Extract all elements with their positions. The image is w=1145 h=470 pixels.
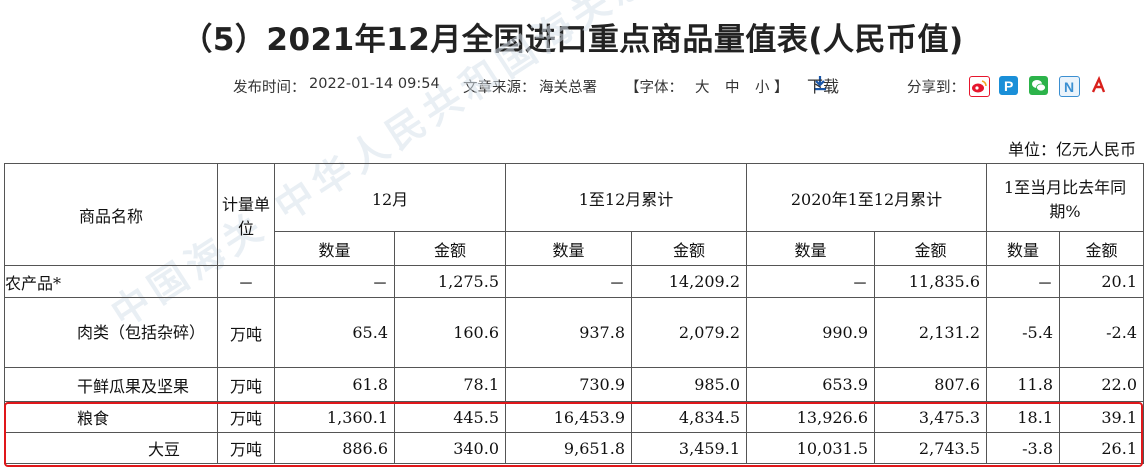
yoy-amt: -2.4 (1059, 297, 1144, 368)
prev-qty: 13,926.6 (746, 401, 875, 433)
ytd-qty: 9,651.8 (505, 432, 632, 464)
header-row-1: 商品名称 计量单位 12月 1至12月累计 2020年1至12月累计 1至当月比… (4, 163, 1144, 266)
dec-qty: 1,360.1 (274, 401, 395, 433)
ytd-qty: 730.9 (505, 367, 632, 402)
row-unit: 万吨 (217, 297, 275, 368)
row-name-text: 肉类（包括杂碎） (77, 322, 206, 342)
yoy-qty: － (986, 265, 1060, 298)
prev-amt: 807.6 (874, 367, 987, 402)
header-ytd-amt: 金额 (631, 231, 747, 266)
row-name: 农产品* (4, 265, 218, 298)
font-size-large-button[interactable]: 大 (695, 76, 710, 97)
row-name: 干鲜瓜果及坚果 (4, 367, 218, 402)
header-name: 商品名称 (4, 163, 218, 266)
ytd-amt: 2,079.2 (631, 297, 747, 368)
row-unit: 万吨 (217, 367, 275, 402)
yoy-qty: -5.4 (986, 297, 1060, 368)
row-unit: － (217, 265, 275, 298)
header-yoy-amt: 金额 (1059, 231, 1144, 266)
header-ytd-qty: 数量 (505, 231, 632, 266)
prev-qty: － (746, 265, 875, 298)
svg-text:P: P (1004, 78, 1013, 94)
yoy-amt: 20.1 (1059, 265, 1144, 298)
dec-amt: 78.1 (394, 367, 506, 402)
ytd-qty: 16,453.9 (505, 401, 632, 433)
header-dec-amt: 金额 (394, 231, 506, 266)
prev-qty: 653.9 (746, 367, 875, 402)
share-label: 分享到： (907, 80, 965, 96)
yoy-amt: 39.1 (1059, 401, 1144, 433)
dec-amt: 340.0 (394, 432, 506, 464)
header-unit: 计量单位 (217, 163, 275, 266)
prev-qty: 10,031.5 (746, 432, 875, 464)
header-prev: 2020年1至12月累计 (746, 163, 987, 232)
dec-qty: 61.8 (274, 367, 395, 402)
unit-label: 单位：亿元人民币 (1007, 140, 1136, 159)
row-name: 粮食 (4, 401, 218, 433)
ytd-amt: 14,209.2 (631, 265, 747, 298)
prev-amt: 2,131.2 (874, 297, 987, 368)
font-size-small-button[interactable]: 小 (755, 76, 770, 97)
table-row: 肉类（包括杂碎） 万吨 65.4 160.6 937.8 2,079.2 990… (4, 297, 1144, 368)
svg-text:N: N (1064, 79, 1074, 95)
publish-time: 2022-01-14 09:54 (309, 76, 440, 92)
dec-qty: 65.4 (274, 297, 395, 368)
yoy-amt: 22.0 (1059, 367, 1144, 402)
font-size-medium-button[interactable]: 中 (725, 76, 740, 97)
row-name: 肉类（包括杂碎） (4, 297, 218, 368)
tencent-weibo-share-icon[interactable]: P (999, 76, 1018, 95)
prev-amt: 2,743.5 (874, 432, 987, 464)
yoy-qty: -3.8 (986, 432, 1060, 464)
renren-share-icon[interactable]: N (1059, 76, 1080, 97)
source: 海关总署 (539, 80, 597, 96)
table-row: 干鲜瓜果及坚果 万吨 61.8 78.1 730.9 985.0 653.9 8… (4, 367, 1144, 402)
font-size-close: 】 (774, 80, 789, 96)
download-label: 下载 (807, 77, 840, 96)
table-row: 粮食 万吨 1,360.1 445.5 16,453.9 4,834.5 13,… (4, 401, 1144, 433)
source-label: 文章来源： (463, 80, 536, 96)
ytd-amt: 985.0 (631, 367, 747, 402)
font-size-label: 【字体： (625, 80, 683, 96)
header-yoy-qty: 数量 (986, 231, 1060, 266)
download-button[interactable]: 下载 (807, 73, 839, 96)
table-row: 大豆 万吨 886.6 340.0 9,651.8 3,459.1 10,031… (4, 432, 1144, 464)
header-prev-amt: 金额 (874, 231, 987, 266)
import-data-table: 商品名称 计量单位 12月 1至12月累计 2020年1至12月累计 1至当月比… (4, 163, 1144, 464)
yoy-qty: 18.1 (986, 401, 1060, 433)
dec-amt: 160.6 (394, 297, 506, 368)
row-unit: 万吨 (217, 401, 275, 433)
prev-amt: 3,475.3 (874, 401, 987, 433)
table-row: 农产品* － － 1,275.5 － 14,209.2 － 11,835.6 －… (4, 265, 1144, 298)
publish-time-label: 发布时间： (233, 80, 306, 96)
yoy-qty: 11.8 (986, 367, 1060, 402)
prev-amt: 11,835.6 (874, 265, 987, 298)
yoy-amt: 26.1 (1059, 432, 1144, 464)
row-unit: 万吨 (217, 432, 275, 464)
header-prev-qty: 数量 (746, 231, 875, 266)
header-dec: 12月 (274, 163, 506, 232)
header-dec-qty: 数量 (274, 231, 395, 266)
ytd-amt: 4,834.5 (631, 401, 747, 433)
ytd-qty: 937.8 (505, 297, 632, 368)
page-title: （5）2021年12月全国进口重点商品量值表(人民币值) (181, 22, 964, 58)
dec-qty: － (274, 265, 395, 298)
row-name: 大豆 (4, 432, 218, 464)
wechat-share-icon[interactable] (1029, 76, 1048, 95)
prev-qty: 990.9 (746, 297, 875, 368)
douban-share-icon[interactable] (1089, 75, 1108, 95)
dec-amt: 1,275.5 (394, 265, 506, 298)
dec-amt: 445.5 (394, 401, 506, 433)
dec-qty: 886.6 (274, 432, 395, 464)
header-ytd: 1至12月累计 (505, 163, 747, 232)
ytd-amt: 3,459.1 (631, 432, 747, 464)
weibo-share-icon[interactable] (969, 76, 990, 97)
header-yoy: 1至当月比去年同期% (986, 163, 1144, 232)
ytd-qty: － (505, 265, 632, 298)
